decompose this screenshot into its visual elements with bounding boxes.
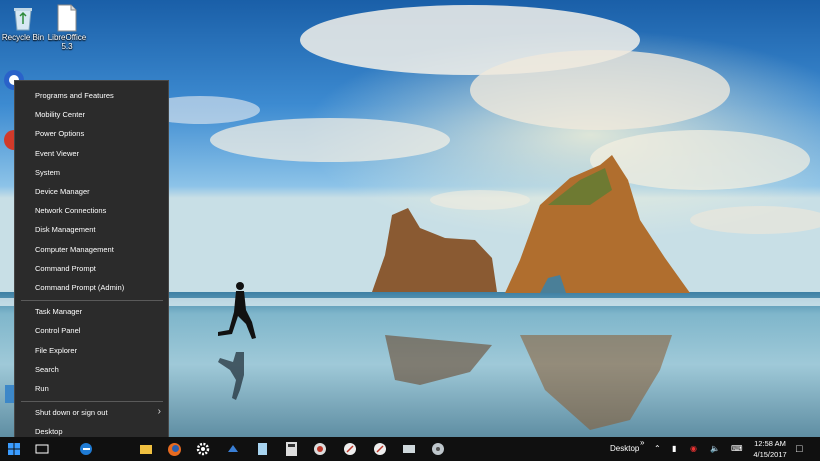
menu-item-label: Computer Management — [35, 244, 114, 254]
taskbar: Desktop » ⌃ ▮ ◉ 🔈 ⌨ 12:58 AM 4/15/2017 □ — [0, 437, 820, 461]
gear-icon — [196, 442, 210, 456]
desktop-icon-libreoffice[interactable]: LibreOffice 5.3 — [39, 4, 95, 51]
drive-button[interactable] — [399, 439, 419, 459]
battery-icon[interactable]: ▮ — [672, 437, 676, 461]
menu-item-search[interactable]: Search — [15, 360, 168, 379]
calculator-button[interactable] — [281, 439, 301, 459]
menu-item-label: Command Prompt (Admin) — [35, 283, 125, 292]
desktop-toolbar-label[interactable]: Desktop — [610, 437, 639, 461]
menu-item-label: Power Options — [35, 129, 85, 139]
power-user-menu: Programs and Features Mobility Center Powe… — [14, 80, 169, 443]
app-icon — [228, 445, 238, 452]
menu-item-label: Desktop — [35, 427, 63, 437]
action-center-icon[interactable]: □ — [796, 437, 803, 461]
menu-item-control-panel[interactable]: Control Panel — [15, 321, 168, 340]
menu-item-label: Shut down or sign out — [35, 408, 108, 418]
disk-icon — [432, 443, 444, 455]
taskbar-clock[interactable]: 12:58 AM 4/15/2017 — [748, 438, 792, 460]
clock-time: 12:58 AM — [754, 439, 786, 448]
settings-button[interactable] — [193, 439, 213, 459]
menu-item-task-manager[interactable]: Task Manager — [15, 302, 168, 321]
drive-icon — [403, 445, 415, 453]
menu-item-file-explorer[interactable]: File Explorer — [15, 341, 168, 360]
menu-item-label: Search — [35, 364, 59, 374]
menu-item-shut-down-or-sign-out[interactable]: Shut down or sign out › — [15, 403, 168, 422]
libreoffice-icon — [57, 4, 77, 32]
network-app-button[interactable] — [310, 439, 330, 459]
notepad-icon — [257, 443, 267, 455]
notepad-button[interactable] — [252, 439, 272, 459]
menu-item-device-manager[interactable]: Device Manager — [15, 182, 168, 201]
menu-item-label: Command Prompt — [35, 263, 96, 273]
menu-item-label: Mobility Center — [35, 110, 86, 120]
menu-item-network-connections[interactable]: Network Connections — [15, 201, 168, 220]
submenu-chevron-icon: › — [157, 406, 161, 418]
app-button[interactable] — [223, 439, 243, 459]
calculator-icon — [285, 442, 297, 456]
network-status-icon[interactable]: ◉ — [690, 437, 697, 461]
menu-item-run[interactable]: Run — [15, 379, 168, 398]
clock-date: 4/15/2017 — [753, 450, 787, 459]
menu-item-label: Event Viewer — [35, 148, 80, 158]
menu-item-power-options[interactable]: Power Options — [15, 124, 168, 143]
menu-item-label: Task Manager — [35, 307, 83, 317]
firefox-button[interactable] — [164, 439, 184, 459]
firefox-icon — [167, 442, 181, 456]
menu-item-event-viewer[interactable]: Event Viewer — [15, 144, 168, 163]
task-view-icon — [35, 444, 49, 454]
menu-item-mobility-center[interactable]: Mobility Center — [15, 105, 168, 124]
safari-icon — [344, 443, 356, 455]
menu-item-label: Device Manager — [35, 187, 90, 196]
recycle-bin-icon — [14, 8, 32, 31]
menu-separator — [21, 401, 163, 403]
menu-item-disk-management[interactable]: Disk Management — [15, 220, 168, 239]
network-app-icon — [314, 443, 326, 455]
show-hidden-icons-chevron-icon[interactable]: ⌃ — [654, 437, 661, 461]
menu-item-label: Run — [35, 384, 49, 393]
toolbar-chevron-icon[interactable]: » — [640, 431, 644, 455]
menu-item-label: Network Connections — [35, 206, 107, 216]
keyboard-icon[interactable]: ⌨ — [731, 437, 743, 461]
menu-item-label: Programs and Features — [35, 91, 114, 100]
menu-item-label: File Explorer — [35, 345, 78, 355]
start-button[interactable] — [4, 439, 24, 459]
menu-separator — [21, 300, 163, 302]
desktop-icon-label-line2: 5.3 — [61, 42, 73, 51]
desktop-icon-label: Recycle Bin — [1, 33, 45, 42]
menu-item-command-prompt[interactable]: Command Prompt — [15, 259, 168, 278]
file-explorer-icon — [140, 445, 152, 454]
safari-icon — [374, 443, 386, 455]
edge-icon — [80, 443, 92, 455]
menu-item-system[interactable]: System — [15, 163, 168, 182]
desktop-icon-label: LibreOffice — [47, 33, 87, 42]
safari-button[interactable] — [340, 439, 360, 459]
menu-item-computer-management[interactable]: Computer Management — [15, 240, 168, 259]
volume-icon[interactable]: 🔈 — [710, 437, 720, 461]
menu-item-programs-and-features[interactable]: Programs and Features — [15, 86, 168, 105]
menu-item-label: System — [35, 167, 61, 177]
menu-item-command-prompt-admin[interactable]: Command Prompt (Admin) — [15, 278, 168, 297]
edge-button[interactable] — [76, 439, 96, 459]
disk-button[interactable] — [428, 439, 448, 459]
windows-logo-icon — [8, 443, 20, 455]
menu-item-label: Disk Management — [35, 225, 96, 235]
file-explorer-button[interactable] — [136, 439, 156, 459]
safari-button[interactable] — [370, 439, 390, 459]
task-view-button[interactable] — [32, 439, 52, 459]
menu-item-label: Control Panel — [35, 326, 81, 336]
